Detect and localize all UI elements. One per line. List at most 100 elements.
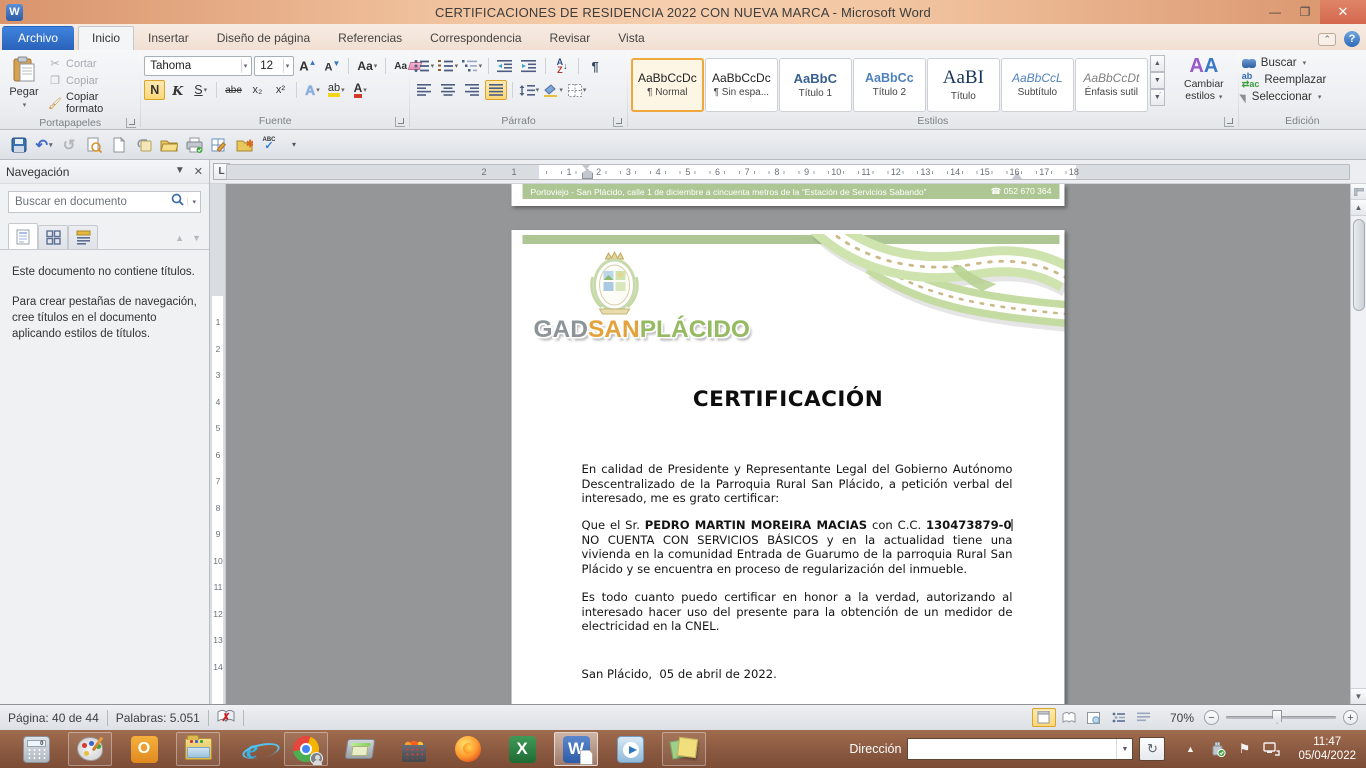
page-indicator[interactable]: Página: 40 de 44 (8, 711, 99, 725)
styles-dialog-launcher-icon[interactable] (1224, 117, 1234, 127)
font-color-button[interactable]: A▾ (350, 80, 371, 100)
save-icon[interactable] (10, 136, 28, 154)
new-folder-icon[interactable]: ✱ (235, 136, 253, 154)
full-screen-reading-view-icon[interactable] (1057, 708, 1081, 727)
tab-vista[interactable]: Vista (604, 26, 658, 50)
zoom-level[interactable]: 70% (1170, 711, 1194, 725)
edit-table-icon[interactable] (210, 136, 228, 154)
style-título-2[interactable]: AaBbCcTítulo 2 (853, 58, 926, 112)
borders-button[interactable]: ▾ (566, 80, 588, 100)
paragraph-dialog-launcher-icon[interactable] (613, 117, 623, 127)
media-player-icon[interactable] (608, 732, 652, 766)
font-size-select[interactable]: 12▾ (254, 56, 294, 76)
tab-archivo[interactable]: Archivo (2, 26, 74, 50)
word-count[interactable]: Palabras: 5.051 (116, 711, 200, 725)
tab-diseño-de-página[interactable]: Diseño de página (203, 26, 324, 50)
bullets-button[interactable]: ▾ (413, 56, 435, 76)
scroll-up-icon[interactable]: ▲ (1351, 200, 1366, 216)
address-input[interactable] (908, 739, 1116, 759)
action-center-flag-icon[interactable]: ⚑ (1235, 740, 1253, 758)
navigation-pane-close-icon[interactable]: ✕ (194, 165, 203, 178)
indent-marker-icon[interactable] (582, 165, 591, 179)
qat-more-icon[interactable]: ▾ (285, 136, 303, 154)
underline-button[interactable]: S▾ (190, 80, 211, 100)
v-ruler[interactable]: 1234567891011121314 (210, 184, 226, 704)
document-canvas[interactable]: Portoviejo - San Plácido, calle 1 de dic… (226, 184, 1350, 704)
scrollbar-thumb[interactable] (1353, 219, 1365, 311)
bold-button[interactable]: N (144, 80, 165, 100)
multilevel-list-button[interactable]: ▾ (461, 56, 483, 76)
paint-icon[interactable] (68, 732, 112, 766)
select-button[interactable]: Seleccionar▾ (1242, 91, 1327, 103)
style-subtítulo[interactable]: AaBbCcLSubtítulo (1001, 58, 1074, 112)
outlook-icon[interactable]: O (122, 732, 166, 766)
paste-button[interactable]: Pegar▾ (3, 52, 45, 116)
styles-more-icon[interactable]: ▼́ (1150, 89, 1165, 106)
scanner-icon[interactable] (338, 732, 382, 766)
help-icon[interactable]: ? (1344, 31, 1360, 47)
replace-button[interactable]: ab⇄acReemplazar (1242, 72, 1327, 88)
open-folder-icon[interactable] (160, 136, 178, 154)
sort-button[interactable]: AZ↓ (551, 56, 573, 76)
redo-icon[interactable]: ↺ (60, 136, 78, 154)
zoom-out-icon[interactable]: − (1204, 710, 1219, 725)
shredder-icon[interactable] (392, 732, 436, 766)
refresh-icon[interactable]: ↻ (1139, 737, 1165, 761)
search-input[interactable] (15, 196, 168, 208)
address-dropdown-icon[interactable]: ▼ (1116, 739, 1132, 759)
previous-result-icon[interactable]: ▲ (175, 233, 184, 243)
address-bar[interactable]: ▼ (907, 738, 1133, 760)
grow-font-button[interactable]: A▲ (296, 56, 319, 76)
font-dialog-launcher-icon[interactable] (395, 117, 405, 127)
taskbar-clock[interactable]: 11:47 05/04/2022 (1298, 735, 1356, 764)
attachment-icon[interactable] (135, 136, 153, 154)
styles-scroll-down-icon[interactable]: ▼ (1150, 72, 1165, 89)
increase-indent-button[interactable] (518, 56, 540, 76)
browse-results-tab[interactable] (68, 225, 98, 249)
search-options-icon[interactable]: ▾ (187, 198, 196, 206)
vertical-scrollbar[interactable]: ▲ ▼ (1350, 184, 1366, 704)
change-styles-button[interactable]: AA Cambiar estilos ▾ (1173, 52, 1235, 114)
line-spacing-button[interactable]: ▾ (518, 80, 540, 100)
text-effects-button[interactable]: A▾ (302, 80, 323, 100)
align-left-button[interactable] (413, 80, 435, 100)
tab-insertar[interactable]: Insertar (134, 26, 203, 50)
web-layout-view-icon[interactable] (1082, 708, 1106, 727)
spelling-grammar-icon[interactable]: ABC✓ (260, 136, 278, 154)
print-preview-icon[interactable] (85, 136, 103, 154)
file-explorer-icon[interactable] (176, 732, 220, 766)
align-right-button[interactable] (461, 80, 483, 100)
browse-headings-tab[interactable] (8, 223, 38, 249)
zoom-in-icon[interactable]: + (1343, 710, 1358, 725)
network-icon[interactable] (1262, 740, 1280, 758)
style-título-1[interactable]: AaBbCTítulo 1 (779, 58, 852, 112)
previous-page-fragment[interactable]: Portoviejo - San Plácido, calle 1 de dic… (512, 184, 1065, 206)
ruler-toggle-icon[interactable] (1351, 184, 1366, 200)
tab-referencias[interactable]: Referencias (324, 26, 416, 50)
outline-view-icon[interactable] (1107, 708, 1131, 727)
strikethrough-button[interactable]: abe (222, 80, 245, 100)
close-button[interactable]: ✕ (1320, 0, 1366, 24)
new-document-icon[interactable] (110, 136, 128, 154)
hidden-icons-chevron-icon[interactable]: ▲ (1181, 740, 1199, 758)
print-icon[interactable] (185, 136, 203, 154)
italic-button[interactable]: K (167, 80, 188, 100)
justify-button[interactable] (485, 80, 507, 100)
print-layout-view-icon[interactable] (1032, 708, 1056, 727)
browse-pages-tab[interactable] (38, 225, 68, 249)
superscript-button[interactable]: x² (270, 80, 291, 100)
change-case-button[interactable]: Aa▾ (354, 56, 380, 76)
minimize-button[interactable]: — (1260, 0, 1290, 24)
show-marks-button[interactable]: ¶ (584, 56, 606, 76)
firefox-icon[interactable] (446, 732, 490, 766)
scroll-down-icon[interactable]: ▼ (1351, 688, 1366, 704)
style--sin-espa-[interactable]: AaBbCcDc¶ Sin espa... (705, 58, 778, 112)
copy-button[interactable]: ❐Copiar (45, 73, 137, 88)
navigation-pane-menu-icon[interactable]: ▼ (175, 165, 185, 178)
excel-icon[interactable]: X (500, 732, 544, 766)
sticky-notes-icon[interactable] (662, 732, 706, 766)
style--normal[interactable]: AaBbCcDc¶ Normal (631, 58, 704, 112)
next-result-icon[interactable]: ▼ (192, 233, 201, 243)
calculator-icon[interactable]: 0 (14, 732, 58, 766)
format-painter-button[interactable]: 🖌Copiar formato (45, 90, 137, 116)
